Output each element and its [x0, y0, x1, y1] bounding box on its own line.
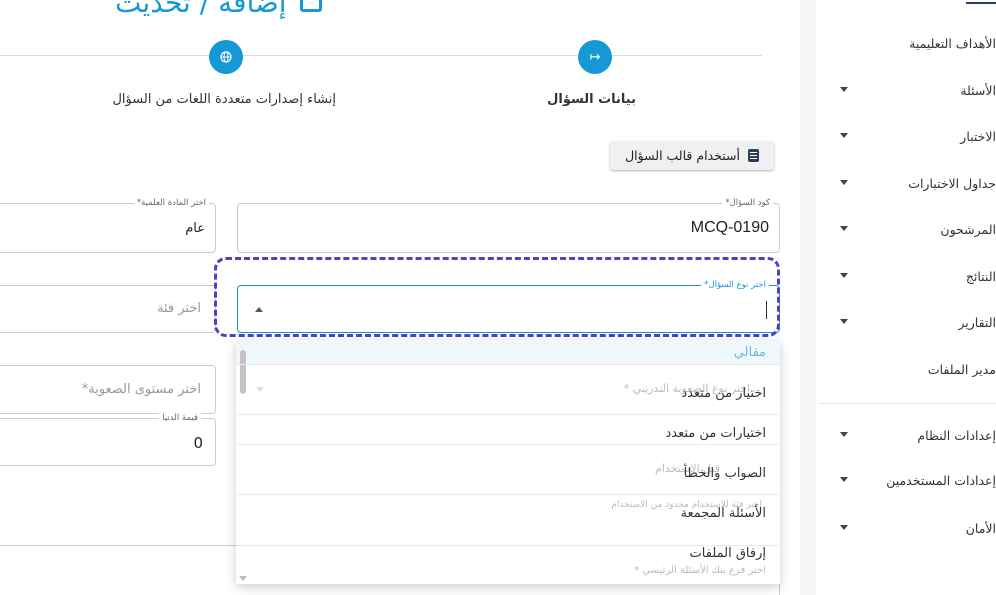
category-placeholder: اختر فئة — [157, 301, 201, 316]
dropdown-scrollbar[interactable] — [240, 350, 246, 394]
question-code-value: MCQ-0190 — [690, 219, 769, 236]
step-1-circle[interactable]: ↦ — [578, 40, 612, 74]
chevron-down-icon[interactable] — [840, 226, 848, 231]
sidebar-item-security[interactable]: الأمان — [966, 521, 996, 536]
dropdown-option[interactable]: اختيارات من متعدد — [666, 426, 766, 441]
chevron-down-icon[interactable] — [840, 432, 848, 437]
sidebar-item-candidates[interactable]: المرشحون — [940, 222, 996, 237]
document-icon — [747, 149, 759, 162]
step-2-circle[interactable] — [209, 40, 243, 74]
stepper-line — [0, 55, 762, 56]
dropdown-option[interactable]: الصواب والخطأ — [684, 466, 766, 481]
sidebar-item-user-settings[interactable]: إعدادات المستخدمين — [886, 473, 996, 488]
sidebar-item-file-manager[interactable]: مدير الملفات — [928, 362, 996, 377]
edit-icon — [300, 0, 322, 12]
chevron-down-icon[interactable] — [840, 180, 848, 185]
step-2-label[interactable]: إنشاء إصدارات متعددة اللغات من السؤال — [112, 92, 336, 107]
chevron-down-icon[interactable] — [840, 133, 848, 138]
dropdown-option[interactable]: اختيار من متعدد — [681, 386, 766, 401]
question-code-field[interactable]: كود السؤال* MCQ-0190 — [237, 198, 780, 253]
main-content: إضافة / تحديث ↦ بيانات السؤال إنشاء إصدا… — [0, 0, 800, 595]
question-type-dropdown[interactable]: اختر نوع الصعوبة التدريبي * قبل الاستخدا… — [236, 340, 780, 584]
divider — [236, 364, 780, 365]
sidebar-header-fragment — [966, 0, 996, 4]
dropdown-option[interactable]: إرفاق الملفات — [690, 546, 766, 561]
highlighted-option-bg — [236, 340, 780, 364]
page-title: إضافة / تحديث — [115, 0, 287, 19]
chevron-down-icon[interactable] — [840, 477, 848, 482]
divider — [236, 414, 780, 415]
ghost-text: اختر فرع بنك الأسئلة الرئيسي * — [634, 565, 766, 576]
sidebar-item-questions[interactable]: الأسئلة — [960, 83, 996, 98]
use-template-button[interactable]: أستخدام قالب السؤال — [610, 141, 774, 170]
sidebar-item-exam-schedules[interactable]: جداول الاختبارات — [908, 176, 996, 191]
subject-value: عام — [185, 221, 205, 236]
difficulty-select[interactable]: اختر مستوى الصعوبة* — [0, 365, 216, 414]
arrow-right-icon: ↦ — [589, 49, 601, 65]
subject-select[interactable]: اختر المادة العلمية* عام — [0, 198, 216, 253]
divider — [236, 444, 780, 445]
scroll-down-icon[interactable] — [239, 576, 247, 581]
focus-highlight — [214, 257, 780, 337]
chevron-down-icon[interactable] — [840, 319, 848, 324]
min-value-field[interactable]: قيمة الدنيا 0 — [0, 413, 216, 466]
sidebar: الأهداف التعليمية الأسئلة الاختبار جداول… — [816, 0, 996, 595]
sidebar-divider — [820, 403, 996, 404]
sidebar-item-exam[interactable]: الاختبار — [960, 129, 996, 144]
chevron-down-icon[interactable] — [840, 525, 848, 530]
min-value-label: قيمة الدنيا — [159, 413, 201, 423]
ghost-caret-icon — [256, 387, 264, 392]
chevron-down-icon[interactable] — [840, 273, 848, 278]
use-template-label: أستخدام قالب السؤال — [625, 148, 740, 163]
subject-label: اختر المادة العلمية* — [133, 198, 209, 208]
dropdown-option[interactable]: مقالي — [734, 345, 766, 360]
difficulty-placeholder: اختر مستوى الصعوبة* — [81, 382, 201, 397]
dropdown-option[interactable]: الأسئلة المجمعة — [681, 506, 766, 521]
globe-icon — [220, 51, 232, 63]
min-value-value: 0 — [193, 434, 203, 452]
sidebar-item-system-settings[interactable]: إعدادات النظام — [917, 428, 996, 443]
chevron-down-icon[interactable] — [840, 87, 848, 92]
sidebar-item-reports[interactable]: التقارير — [958, 315, 996, 330]
page-gutter — [800, 0, 816, 595]
divider — [236, 494, 780, 495]
category-select[interactable]: اختر فئة — [0, 285, 216, 333]
question-code-label: كود السؤال* — [722, 198, 773, 208]
sidebar-item-results[interactable]: النتائج — [966, 269, 996, 284]
sidebar-item-learning-objectives[interactable]: الأهداف التعليمية — [909, 36, 996, 51]
step-1-label[interactable]: بيانات السؤال — [547, 92, 636, 107]
